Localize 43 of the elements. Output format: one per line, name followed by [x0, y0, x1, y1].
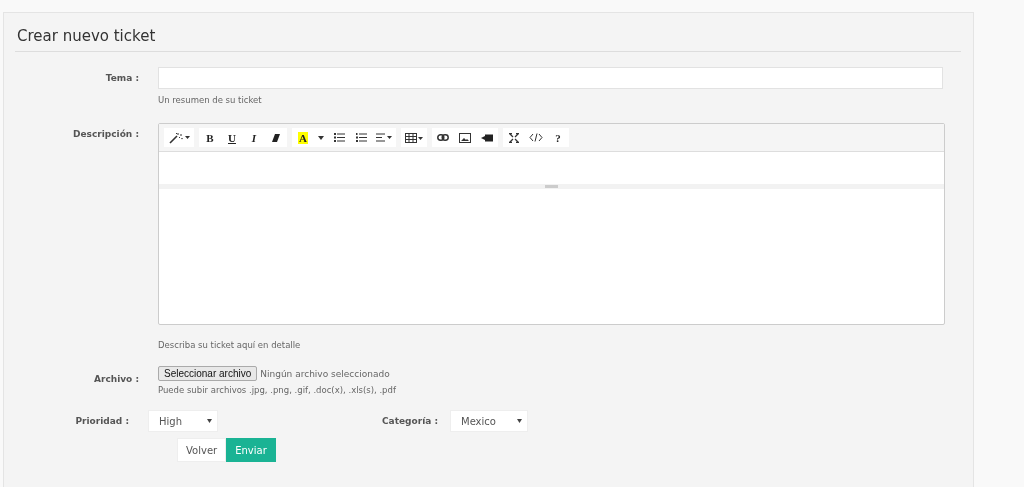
bullet-list-icon	[333, 133, 345, 142]
help-text: Describa su ticket aquí en detalle	[158, 340, 302, 350]
help-text: Un resumen de su ticket	[158, 95, 263, 105]
field-label: Categoría :	[382, 416, 440, 426]
panel-title: Crear nuevo ticket	[17, 27, 157, 45]
field-label: Descripción :	[72, 128, 140, 141]
fullscreen-button[interactable]	[503, 128, 525, 147]
italic-button[interactable]: I	[243, 128, 265, 147]
resize-grip-icon	[545, 185, 558, 188]
help-text: Puede subir archivos .jpg, .png, .gif, .doc(x), .xls(s), .pdf	[158, 385, 397, 395]
field-label: Prioridad :	[74, 416, 130, 426]
choose-file-button[interactable]: Seleccionar archivo	[158, 366, 258, 381]
fullscreen-icon	[509, 132, 519, 143]
align-icon	[376, 133, 392, 142]
back-button[interactable]: Volver	[177, 438, 227, 462]
file-status-text: Ningún archivo seleccionado	[260, 368, 390, 379]
align-button[interactable]	[372, 128, 396, 147]
text-color-button[interactable]: A	[292, 128, 314, 147]
table-button[interactable]	[401, 128, 427, 147]
code-icon	[529, 133, 543, 142]
table-icon	[405, 132, 423, 143]
dropdown[interactable]: High	[148, 410, 218, 432]
caret-icon	[517, 419, 522, 423]
field-label: Tema :	[104, 72, 140, 85]
magic-wand-button[interactable]	[164, 128, 194, 147]
underline-button[interactable]: U	[221, 128, 243, 147]
eraser-icon	[271, 132, 281, 143]
link-button[interactable]	[432, 128, 454, 147]
video-button[interactable]	[476, 128, 498, 147]
eraser-button[interactable]	[265, 128, 287, 147]
caret-icon	[185, 135, 190, 140]
image-icon	[459, 132, 471, 143]
magic-wand-icon	[168, 131, 184, 144]
rich-text-editor[interactable]: B U I A ?	[158, 123, 945, 325]
numbered-list-icon	[355, 133, 367, 142]
dropdown[interactable]: Mexico	[450, 410, 528, 432]
link-icon	[437, 134, 449, 141]
caret-icon	[318, 135, 324, 140]
subject-field[interactable]	[158, 67, 943, 89]
bold-button[interactable]: B	[199, 128, 221, 147]
help-button[interactable]: ?	[547, 128, 569, 147]
caret-icon	[207, 419, 212, 423]
field-label: Archivo :	[93, 373, 140, 386]
